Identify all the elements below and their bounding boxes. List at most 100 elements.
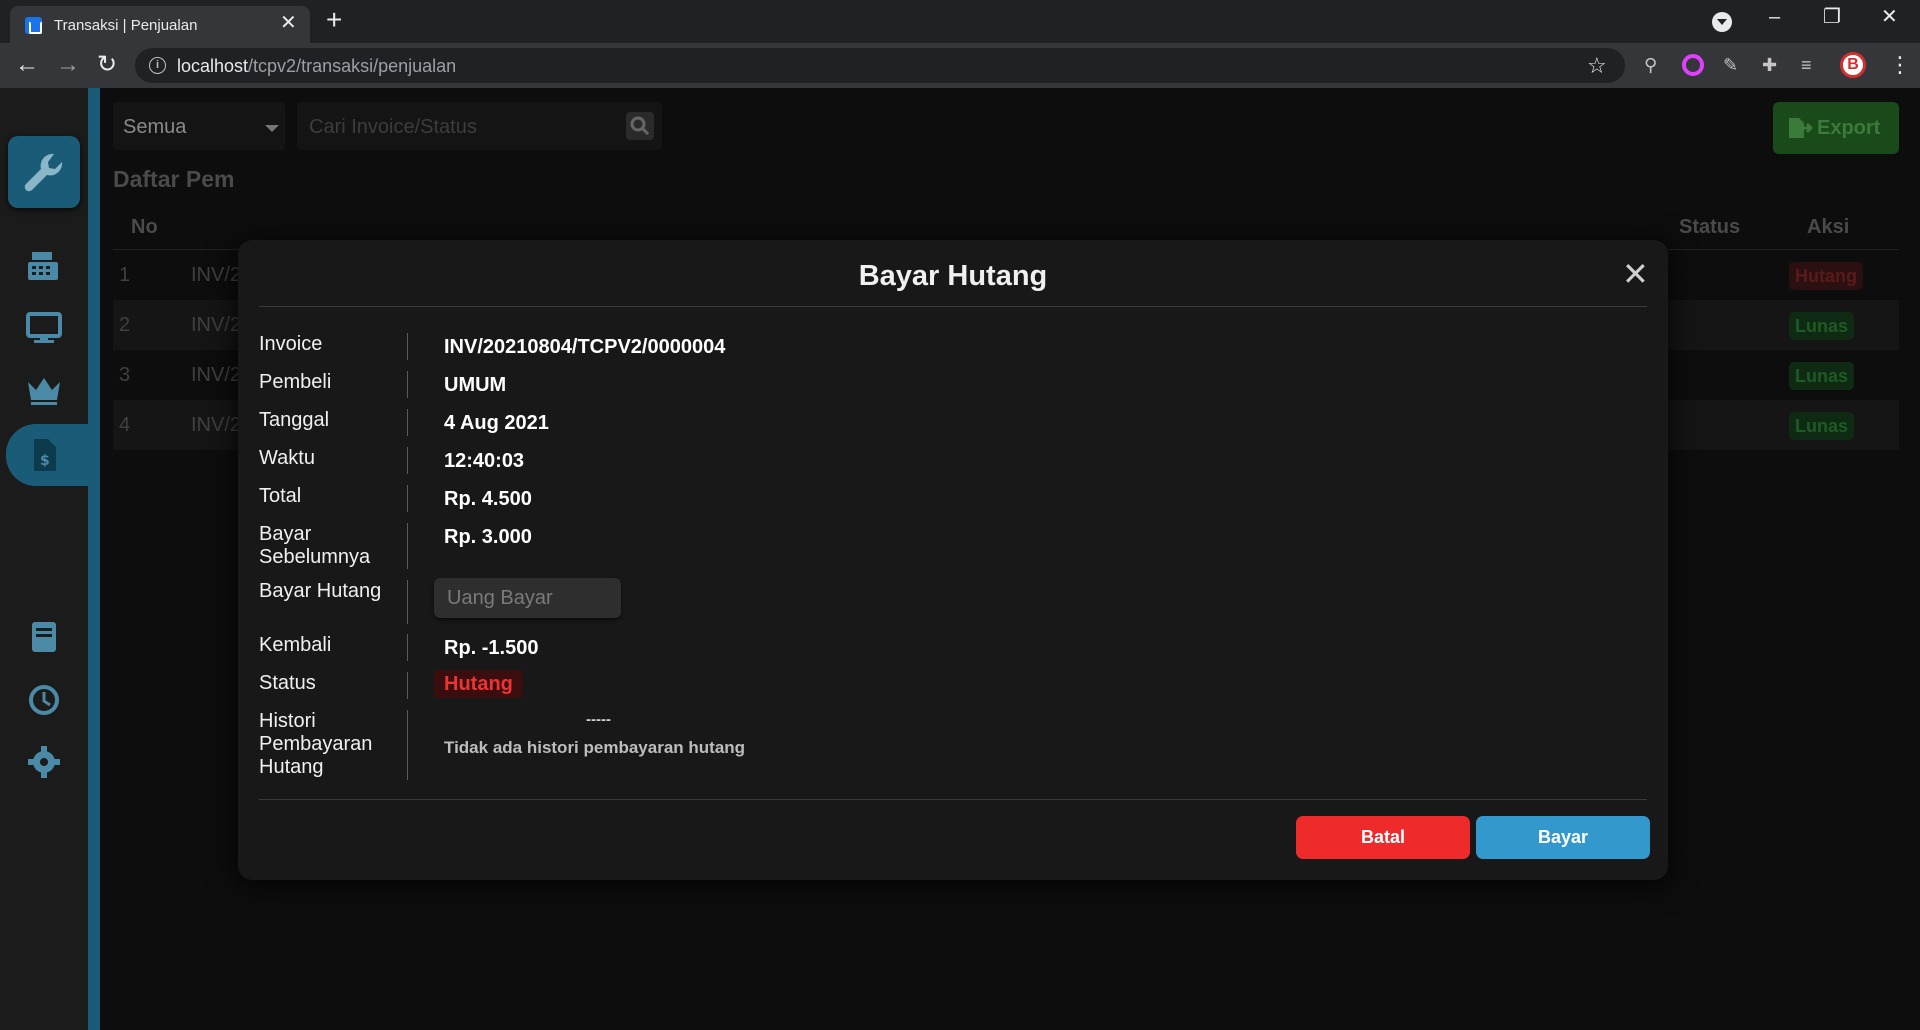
column-status: Status xyxy=(1679,216,1741,238)
book-icon[interactable] xyxy=(22,618,66,658)
export-label: Export xyxy=(1817,117,1881,139)
label-bayar-sebelumnya: Bayar Sebelumnya xyxy=(259,523,371,568)
url-text: localhost/tcpv2/transaksi/penjualan xyxy=(177,56,457,76)
pen-extension-icon[interactable]: ✎ xyxy=(1723,55,1738,75)
color-picker-extension-icon[interactable] xyxy=(1682,54,1704,76)
label-pembeli: Pembeli xyxy=(259,371,332,393)
export-button[interactable]: Export xyxy=(1773,102,1899,154)
field-separator xyxy=(407,580,408,624)
label-kembali: Kembali xyxy=(259,634,332,656)
browser-tab[interactable]: Transaksi | Penjualan ✕ xyxy=(10,6,310,43)
value-waktu: 12:40:03 xyxy=(444,450,525,472)
cashier-register-icon[interactable] xyxy=(22,246,66,286)
page-title: Daftar Pem xyxy=(113,166,235,192)
row-invoice: INV/2 xyxy=(191,364,242,386)
field-separator xyxy=(407,371,408,398)
field-separator xyxy=(407,485,408,512)
label-total: Total xyxy=(259,485,302,507)
row-invoice: INV/2 xyxy=(191,314,242,336)
row-invoice: INV/2 xyxy=(191,264,242,286)
sidebar-item-transaksi[interactable]: $ xyxy=(6,424,100,486)
media-queue-icon[interactable]: ≡ xyxy=(1801,55,1812,75)
value-kembali: Rp. -1.500 xyxy=(444,637,539,659)
window-close-icon[interactable]: ✕ xyxy=(1881,7,1898,27)
bayar-button[interactable]: Bayar xyxy=(1476,816,1650,859)
label-waktu: Waktu xyxy=(259,447,315,469)
modal-footer-divider xyxy=(259,799,1647,800)
field-separator xyxy=(407,523,408,569)
field-separator xyxy=(407,447,408,474)
bookmark-star-icon[interactable]: ☆ xyxy=(1587,53,1607,79)
app-logo-wrench-icon[interactable] xyxy=(8,136,80,208)
tab-search-icon[interactable] xyxy=(1712,12,1732,32)
uang-bayar-input[interactable] xyxy=(434,578,621,618)
value-pembeli: UMUM xyxy=(444,374,507,396)
modal-header-divider xyxy=(259,306,1647,307)
histori-separator-text: ----- xyxy=(586,711,611,728)
status-badge: Hutang xyxy=(434,670,523,698)
profile-avatar[interactable]: B xyxy=(1840,52,1866,78)
search-placeholder: Cari Invoice/Status xyxy=(309,116,477,138)
value-tanggal: 4 Aug 2021 xyxy=(444,412,549,434)
row-no: 3 xyxy=(119,364,131,386)
field-separator xyxy=(407,710,408,780)
modal-close-icon[interactable]: ✕ xyxy=(1622,258,1649,290)
status-badge: Lunas xyxy=(1789,362,1855,390)
location-pin-icon[interactable]: ⚲ xyxy=(1644,55,1657,75)
svg-text:$: $ xyxy=(40,453,50,469)
history-icon[interactable] xyxy=(22,680,66,720)
field-separator xyxy=(407,672,408,699)
column-no: No xyxy=(131,216,158,238)
field-separator xyxy=(407,333,408,360)
row-invoice: INV/2 xyxy=(191,414,242,436)
row-no: 2 xyxy=(119,314,131,336)
back-icon[interactable]: ← xyxy=(15,51,39,79)
search-button[interactable] xyxy=(626,112,654,140)
new-tab-icon[interactable]: + xyxy=(326,6,342,34)
site-info-icon[interactable]: i xyxy=(149,57,166,74)
label-histori-pembayaran-hutang: Histori Pembayaran Hutang xyxy=(259,710,373,778)
settings-gear-icon[interactable] xyxy=(22,742,66,782)
column-aksi: Aksi xyxy=(1807,216,1850,238)
field-separator xyxy=(407,409,408,436)
histori-empty-message: Tidak ada histori pembayaran hutang xyxy=(444,738,746,757)
status-filter-select[interactable]: Semua xyxy=(113,102,285,150)
search-box[interactable]: Cari Invoice/Status xyxy=(297,102,662,150)
browser-menu-icon[interactable]: ⋮ xyxy=(1889,51,1911,79)
value-invoice: INV/20210804/TCPV2/0000004 xyxy=(444,336,726,358)
tab-close-icon[interactable]: ✕ xyxy=(280,13,297,33)
search-icon xyxy=(630,116,650,136)
modal-title: Bayar Hutang xyxy=(858,260,1048,292)
status-badge: Lunas xyxy=(1789,412,1855,440)
chevron-down-icon xyxy=(265,125,279,132)
browser-tabbar: Transaksi | Penjualan ✕ + – ❐ ✕ xyxy=(0,0,1920,43)
field-separator xyxy=(407,634,408,661)
label-tanggal: Tanggal xyxy=(259,409,330,431)
filter-selected-value: Semua xyxy=(123,116,187,138)
bayar-hutang-modal: Bayar Hutang ✕ Invoice INV/20210804/TCPV… xyxy=(238,240,1668,880)
label-invoice: Invoice xyxy=(259,333,323,355)
status-badge: Lunas xyxy=(1789,312,1855,340)
restore-icon[interactable]: ❐ xyxy=(1823,7,1841,27)
tab-title: Transaksi | Penjualan xyxy=(54,17,198,34)
extensions-puzzle-icon[interactable]: ✚ xyxy=(1762,55,1777,75)
crown-icon[interactable] xyxy=(22,370,66,410)
address-bar[interactable]: i localhost/tcpv2/transaksi/penjualan ☆ xyxy=(135,48,1625,83)
row-no: 4 xyxy=(119,414,131,436)
row-no: 1 xyxy=(119,264,131,286)
monitor-icon[interactable] xyxy=(22,308,66,348)
value-total: Rp. 4.500 xyxy=(444,488,532,510)
batal-button[interactable]: Batal xyxy=(1296,816,1470,859)
sidebar: $ xyxy=(0,88,100,1030)
site-favicon-icon xyxy=(25,17,42,34)
status-badge: Hutang xyxy=(1789,262,1863,290)
label-bayar-hutang: Bayar Hutang xyxy=(259,580,382,602)
file-export-icon xyxy=(1789,118,1813,138)
label-status: Status xyxy=(259,672,316,694)
browser-toolbar: ← → ↻ i localhost/tcpv2/transaksi/penjua… xyxy=(0,43,1920,88)
app-root: $ Semua Cari Invoice/Status Export Dafta… xyxy=(0,88,1920,1030)
value-bayar-sebelumnya: Rp. 3.000 xyxy=(444,526,532,548)
reload-icon[interactable]: ↻ xyxy=(97,51,117,79)
minimize-icon[interactable]: – xyxy=(1769,7,1780,27)
forward-icon[interactable]: → xyxy=(56,51,80,79)
